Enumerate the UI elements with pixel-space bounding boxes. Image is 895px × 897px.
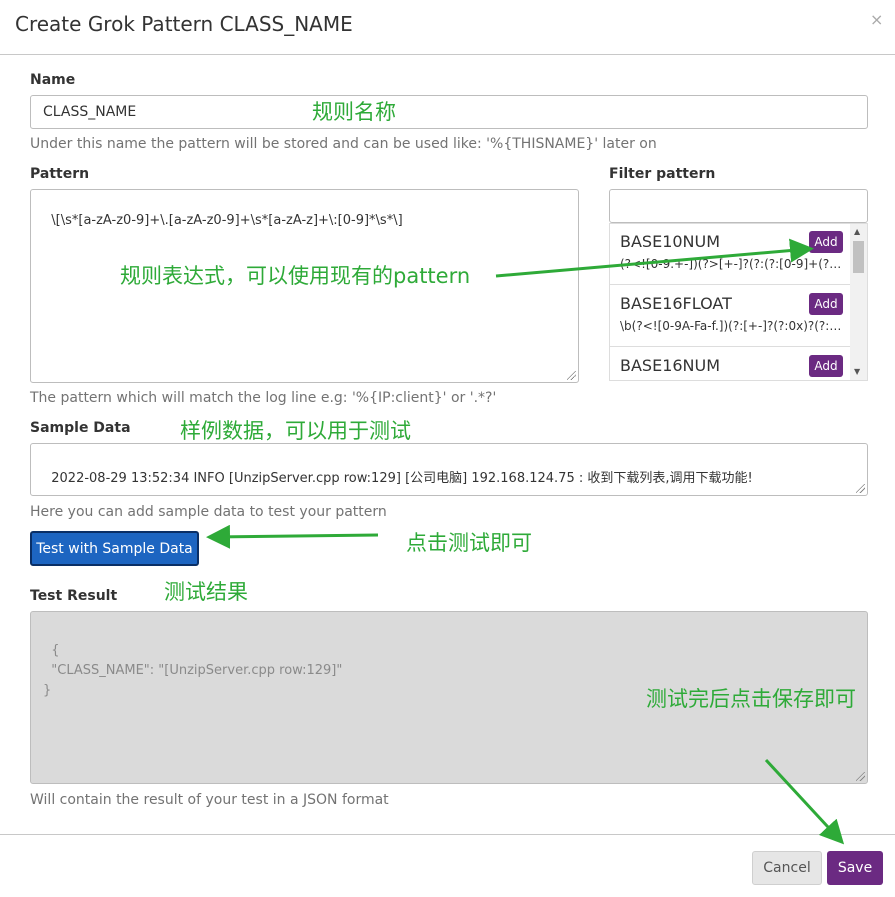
arrow-to-add-button bbox=[495, 238, 814, 278]
annotation-arrows bbox=[206, 238, 845, 845]
arrow-to-save-button bbox=[764, 758, 845, 845]
arrow-to-test-button bbox=[206, 524, 379, 549]
